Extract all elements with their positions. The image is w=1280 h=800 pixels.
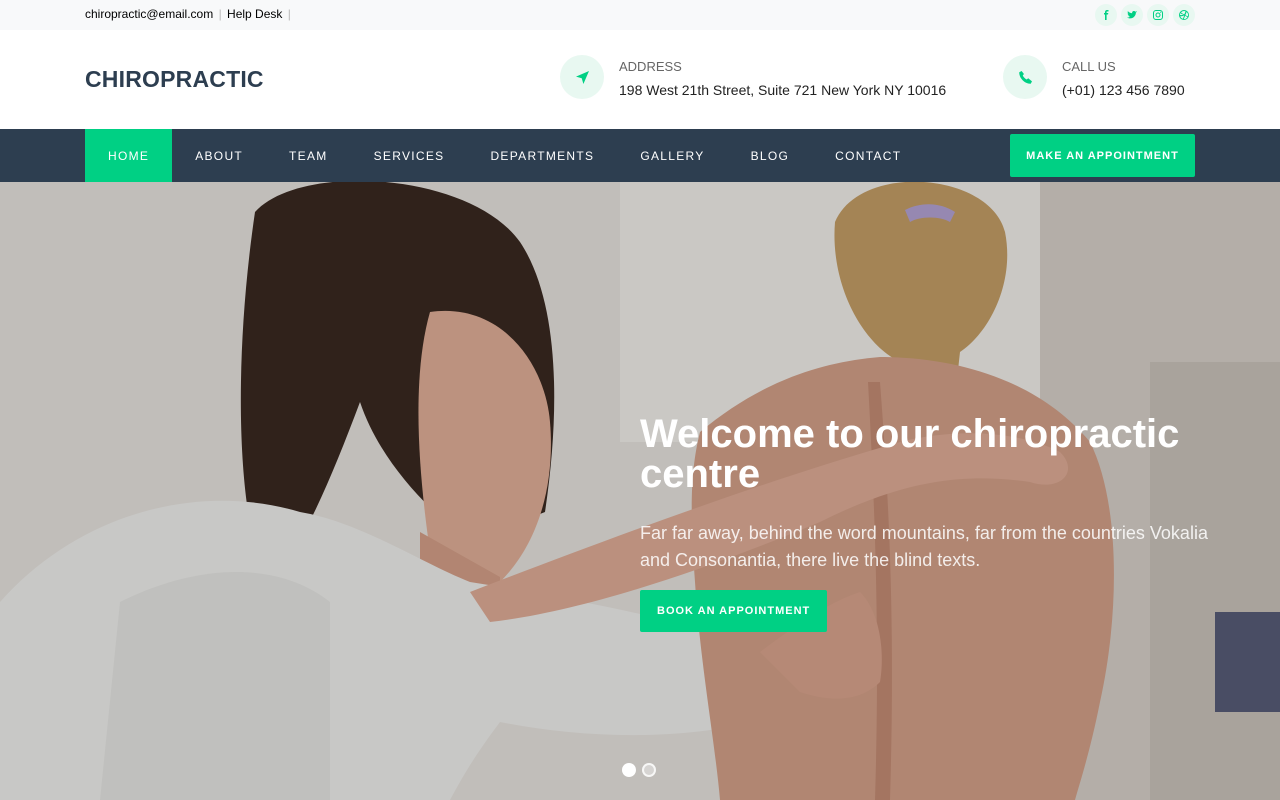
call-label: CALL US: [1062, 59, 1116, 74]
phone-icon: [1003, 55, 1047, 99]
location-arrow-icon: [560, 55, 604, 99]
facebook-icon[interactable]: [1095, 4, 1117, 26]
nav-item-blog[interactable]: BLOG: [728, 129, 813, 182]
slider-dot-2[interactable]: [642, 763, 656, 777]
address-label: ADDRESS: [619, 59, 682, 74]
hero-title: Welcome to our chiropractic centre: [640, 412, 1180, 496]
top-bar: chiropractic@email.com | Help Desk |: [0, 0, 1280, 30]
nav-item-gallery[interactable]: GALLERY: [617, 129, 727, 182]
call-block: CALL US (+01) 123 456 7890: [1003, 55, 1185, 99]
slider-dot-1[interactable]: [622, 763, 636, 777]
nav-item-departments[interactable]: DEPARTMENTS: [467, 129, 617, 182]
separator: |: [218, 7, 222, 21]
site-header: CHIROPRACTIC ADDRESS 198 West 21th Stree…: [0, 30, 1280, 129]
twitter-icon[interactable]: [1121, 4, 1143, 26]
nav-item-home[interactable]: HOME: [85, 129, 173, 182]
hero-content: Welcome to our chiropractic centre Far f…: [640, 414, 1210, 632]
email-link[interactable]: chiropractic@email.com: [85, 7, 213, 21]
book-appointment-button[interactable]: BOOK AN APPOINTMENT: [640, 590, 828, 632]
hero-description: Far far away, behind the word mountains,…: [640, 523, 1208, 570]
nav-item-team[interactable]: TEAM: [266, 129, 351, 182]
address-block: ADDRESS 198 West 21th Street, Suite 721 …: [560, 55, 946, 99]
site-logo[interactable]: CHIROPRACTIC: [85, 66, 264, 93]
social-links: [1095, 4, 1195, 26]
nav-item-contact[interactable]: CONTACT: [812, 129, 924, 182]
dribbble-icon[interactable]: [1173, 4, 1195, 26]
nav-menu: HOME ABOUT TEAM SERVICES DEPARTMENTS GAL…: [85, 129, 924, 182]
help-desk-link[interactable]: Help Desk: [227, 7, 282, 21]
call-value[interactable]: (+01) 123 456 7890: [1062, 82, 1185, 98]
hero-slider: Welcome to our chiropractic centre Far f…: [0, 182, 1280, 800]
main-nav: HOME ABOUT TEAM SERVICES DEPARTMENTS GAL…: [0, 129, 1280, 182]
make-appointment-button[interactable]: MAKE AN APPOINTMENT: [1010, 134, 1195, 177]
separator: |: [287, 7, 291, 21]
top-contact-links: chiropractic@email.com | Help Desk |: [85, 7, 293, 21]
slider-dots: [622, 763, 656, 777]
instagram-icon[interactable]: [1147, 4, 1169, 26]
nav-item-about[interactable]: ABOUT: [172, 129, 266, 182]
address-value: 198 West 21th Street, Suite 721 New York…: [619, 82, 947, 98]
nav-item-services[interactable]: SERVICES: [351, 129, 468, 182]
